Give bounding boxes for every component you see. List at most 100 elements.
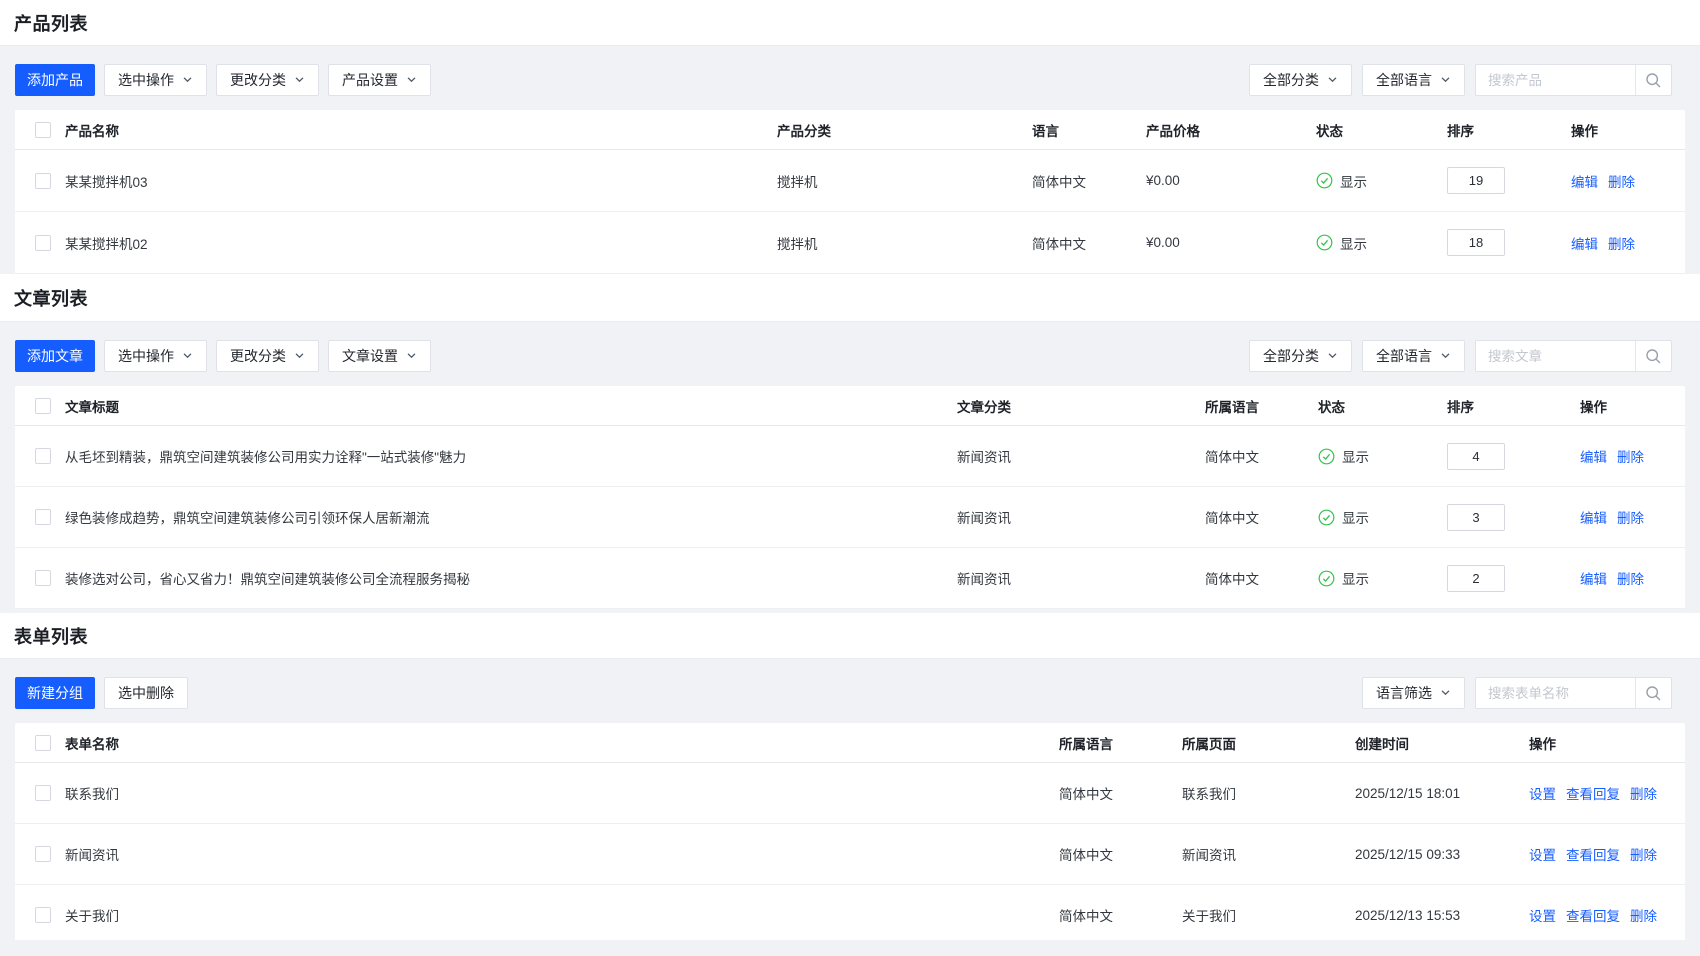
product-section: 添加产品 选中操作 更改分类 产品设置 全部分类 全部语言 (0, 46, 1700, 274)
table-row: 联系我们简体中文联系我们2025/12/15 18:01设置查看回复删除 (15, 763, 1685, 824)
sort-input[interactable] (1447, 229, 1505, 256)
sort-input[interactable] (1447, 167, 1505, 194)
row-checkbox[interactable] (35, 570, 51, 586)
row-action-link[interactable]: 删除 (1608, 233, 1635, 253)
change-category-dropdown[interactable]: 更改分类 (216, 340, 319, 372)
article-search-input[interactable] (1476, 341, 1635, 371)
column-header: 操作 (1571, 120, 1685, 140)
row-action-link[interactable]: 删除 (1617, 446, 1644, 466)
文章标题-cell: 从毛坯到精装，鼎筑空间建筑装修公司用实力诠释"一站式装修"魅力 (55, 446, 957, 466)
column-header: 排序 (1447, 120, 1571, 140)
language-filter-dropdown[interactable]: 语言筛选 (1362, 677, 1465, 709)
sort-input[interactable] (1447, 504, 1505, 531)
article-section: 添加文章 选中操作 更改分类 文章设置 全部分类 全部语言 (0, 322, 1700, 613)
select-all-checkbox[interactable] (35, 735, 51, 751)
row-action-link[interactable]: 查看回复 (1566, 844, 1620, 864)
form-table: 表单名称所属语言所属页面创建时间操作联系我们简体中文联系我们2025/12/15… (15, 723, 1685, 940)
语言-cell: 简体中文 (1032, 171, 1146, 191)
row-action-link[interactable]: 删除 (1630, 905, 1657, 925)
add-product-button[interactable]: 添加产品 (15, 64, 95, 96)
form-search-input[interactable] (1476, 678, 1635, 708)
sort-input[interactable] (1447, 443, 1505, 470)
search-button[interactable] (1635, 341, 1671, 371)
column-header: 排序 (1447, 396, 1580, 416)
表单名称-cell: 关于我们 (55, 905, 1059, 925)
add-article-button[interactable]: 添加文章 (15, 340, 95, 372)
chevron-down-icon (294, 348, 305, 364)
所属语言-cell: 简体中文 (1205, 568, 1318, 588)
row-checkbox[interactable] (35, 785, 51, 801)
产品分类-cell: 搅拌机 (777, 233, 1032, 253)
product-search (1475, 64, 1672, 96)
search-button[interactable] (1635, 678, 1671, 708)
文章标题-cell: 装修选对公司，省心又省力！鼎筑空间建筑装修公司全流程服务揭秘 (55, 568, 957, 588)
row-action-link[interactable]: 删除 (1630, 844, 1657, 864)
product-title-band: 产品列表 (0, 0, 1700, 46)
all-languages-filter[interactable]: 全部语言 (1362, 340, 1465, 372)
row-action-link[interactable]: 设置 (1529, 844, 1556, 864)
form-toolbar: 新建分组 选中删除 语言筛选 (15, 677, 1685, 709)
产品价格-cell: ¥0.00 (1146, 235, 1316, 250)
status-check-icon (1318, 509, 1335, 526)
column-header: 语言 (1032, 120, 1146, 140)
产品名称-cell: 某某搅拌机02 (55, 233, 777, 253)
all-categories-filter[interactable]: 全部分类 (1249, 340, 1352, 372)
delete-selected-button[interactable]: 选中删除 (104, 677, 188, 709)
row-action-link[interactable]: 删除 (1630, 783, 1657, 803)
change-category-dropdown[interactable]: 更改分类 (216, 64, 319, 96)
product-search-input[interactable] (1476, 65, 1635, 95)
chevron-down-icon (1440, 685, 1451, 701)
row-action-link[interactable]: 编辑 (1571, 171, 1598, 191)
table-header-row: 产品名称产品分类语言产品价格状态排序操作 (15, 110, 1685, 150)
chevron-down-icon (406, 348, 417, 364)
row-action-link[interactable]: 设置 (1529, 783, 1556, 803)
row-checkbox[interactable] (35, 173, 51, 189)
column-header: 所属语言 (1059, 733, 1182, 753)
row-checkbox[interactable] (35, 448, 51, 464)
row-action-link[interactable]: 删除 (1617, 507, 1644, 527)
row-checkbox[interactable] (35, 235, 51, 251)
column-header: 产品名称 (55, 120, 777, 140)
row-checkbox[interactable] (35, 846, 51, 862)
column-header: 操作 (1580, 396, 1685, 416)
row-action-link[interactable]: 查看回复 (1566, 783, 1620, 803)
article-settings-dropdown[interactable]: 文章设置 (328, 340, 431, 372)
table-row: 绿色装修成趋势，鼎筑空间建筑装修公司引领环保人居新潮流新闻资讯简体中文显示编辑删… (15, 487, 1685, 548)
product-settings-dropdown[interactable]: 产品设置 (328, 64, 431, 96)
column-header: 产品分类 (777, 120, 1032, 140)
row-action-link[interactable]: 编辑 (1580, 507, 1607, 527)
select-all-checkbox[interactable] (35, 122, 51, 138)
form-list-title: 表单列表 (14, 623, 88, 649)
article-toolbar: 添加文章 选中操作 更改分类 文章设置 全部分类 全部语言 (15, 340, 1685, 372)
chevron-down-icon (1327, 348, 1338, 364)
selected-actions-dropdown[interactable]: 选中操作 (104, 340, 207, 372)
new-group-button[interactable]: 新建分组 (15, 677, 95, 709)
所属语言-cell: 简体中文 (1205, 507, 1318, 527)
product-list-title: 产品列表 (14, 10, 88, 36)
row-checkbox[interactable] (35, 907, 51, 923)
sort-input[interactable] (1447, 565, 1505, 592)
row-action-link[interactable]: 查看回复 (1566, 905, 1620, 925)
table-row: 某某搅拌机03搅拌机简体中文¥0.00显示编辑删除 (15, 150, 1685, 212)
row-action-link[interactable]: 编辑 (1571, 233, 1598, 253)
article-search (1475, 340, 1672, 372)
select-all-checkbox[interactable] (35, 398, 51, 414)
row-action-link[interactable]: 删除 (1608, 171, 1635, 191)
search-button[interactable] (1635, 65, 1671, 95)
all-categories-filter[interactable]: 全部分类 (1249, 64, 1352, 96)
row-action-link[interactable]: 设置 (1529, 905, 1556, 925)
row-checkbox[interactable] (35, 509, 51, 525)
row-action-link[interactable]: 编辑 (1580, 568, 1607, 588)
创建时间-cell: 2025/12/13 15:53 (1355, 908, 1529, 923)
row-action-link[interactable]: 编辑 (1580, 446, 1607, 466)
all-languages-filter[interactable]: 全部语言 (1362, 64, 1465, 96)
column-header: 表单名称 (55, 733, 1059, 753)
column-header: 所属语言 (1205, 396, 1318, 416)
所属页面-cell: 新闻资讯 (1182, 844, 1355, 864)
status-check-icon (1318, 448, 1335, 465)
chevron-down-icon (294, 72, 305, 88)
search-icon (1645, 348, 1662, 365)
row-action-link[interactable]: 删除 (1617, 568, 1644, 588)
所属语言-cell: 简体中文 (1205, 446, 1318, 466)
selected-actions-dropdown[interactable]: 选中操作 (104, 64, 207, 96)
